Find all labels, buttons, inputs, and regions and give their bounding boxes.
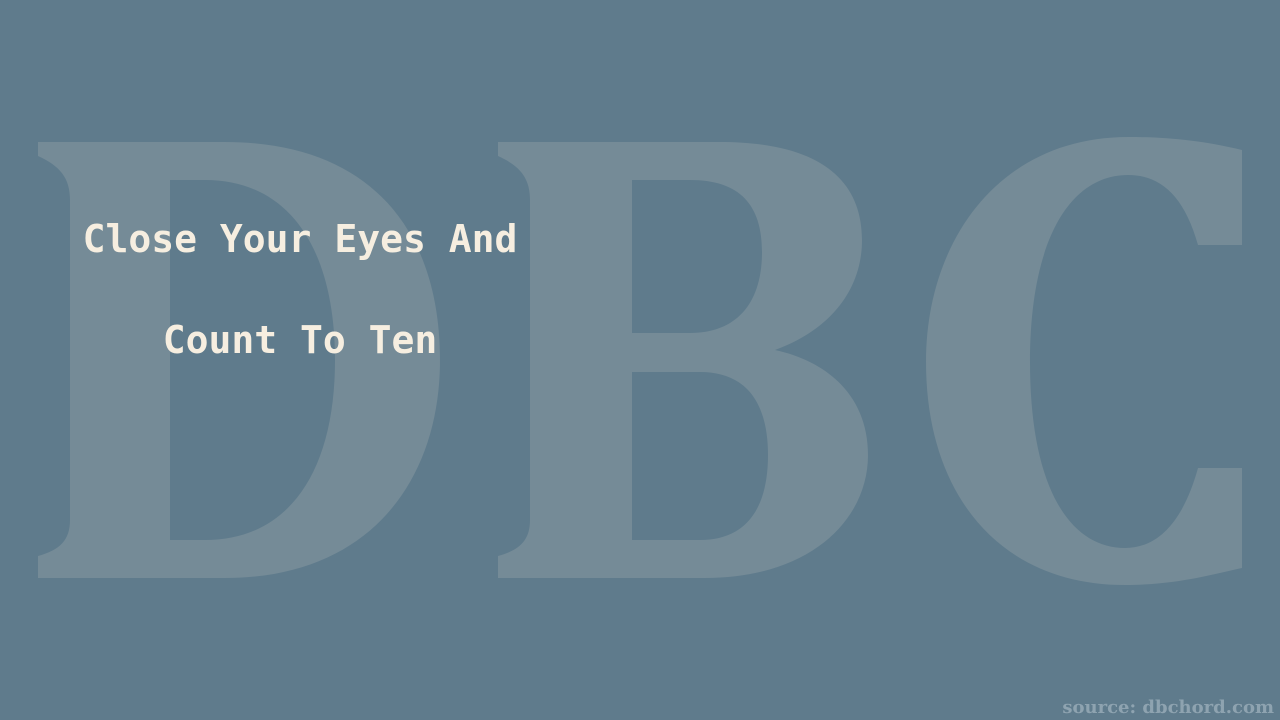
source-attribution: source: dbchord.com: [1062, 697, 1274, 718]
song-title: Close Your Eyes And Count To Ten: [70, 220, 530, 359]
song-title-line-2: Count To Ten: [162, 318, 438, 362]
watermark-letter-c: [926, 137, 1242, 585]
watermark-letter-b: [498, 142, 868, 578]
song-title-line-1: Close Your Eyes And: [82, 217, 518, 261]
